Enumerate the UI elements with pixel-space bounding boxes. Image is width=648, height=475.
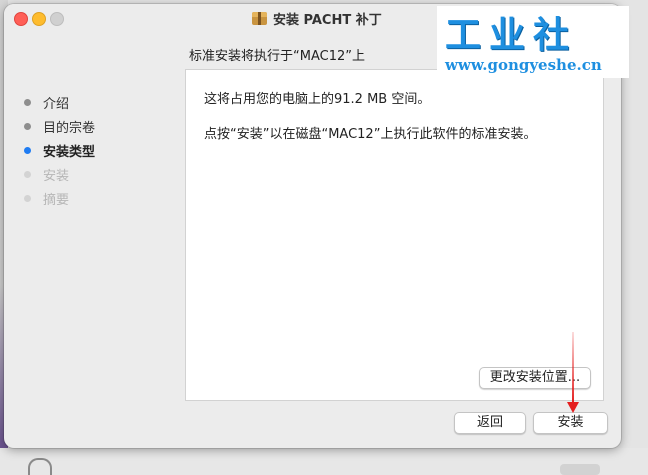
step-label: 安装类型 <box>43 144 96 160</box>
step-label: 摘要 <box>43 192 70 208</box>
window-title: 安装 PACHT 补丁 <box>252 9 382 28</box>
install-description-text: 点按“安装”以在磁盘“MAC12”上执行此软件的标准安装。 <box>204 127 537 142</box>
window-title-text: 安装 PACHT 补丁 <box>273 12 382 28</box>
step-dot-icon <box>24 122 31 130</box>
back-button[interactable]: 返回 <box>454 412 526 434</box>
zoom-button <box>50 12 64 26</box>
installer-steps: 介绍 目的宗卷 安装类型 安装 摘要 <box>24 90 95 210</box>
background-window-footer <box>0 448 648 475</box>
install-heading: 标准安装将执行于“MAC12”上 <box>189 49 365 64</box>
annotation-arrow-icon <box>567 402 579 413</box>
step-dot-icon <box>24 194 31 202</box>
content-panel: 这将占用您的电脑上的91.2 MB 空间。 点按“安装”以在磁盘“MAC12”上… <box>185 69 604 401</box>
step-label: 介绍 <box>43 96 70 112</box>
step-summary: 摘要 <box>24 186 95 210</box>
install-button[interactable]: 安装 <box>533 412 608 434</box>
step-destination: 目的宗卷 <box>24 114 95 138</box>
step-label: 安装 <box>43 168 70 184</box>
step-dot-icon <box>24 146 31 154</box>
step-dot-icon <box>24 98 31 106</box>
minimize-button[interactable] <box>32 12 46 26</box>
background-button <box>560 464 600 475</box>
package-icon <box>252 11 267 25</box>
step-install-type: 安装类型 <box>24 138 95 162</box>
step-introduction: 介绍 <box>24 90 95 114</box>
close-button[interactable] <box>14 12 28 26</box>
watermark-url: www.gongyeshe.cn <box>445 56 602 74</box>
watermark-logo: 工业社 www.gongyeshe.cn <box>437 6 629 78</box>
disk-space-text: 这将占用您的电脑上的91.2 MB 空间。 <box>204 92 431 107</box>
lock-icon <box>28 458 52 475</box>
step-installation: 安装 <box>24 162 95 186</box>
step-label: 目的宗卷 <box>43 120 96 136</box>
annotation-arrow-line <box>572 332 574 404</box>
step-dot-icon <box>24 170 31 178</box>
watermark-text: 工业社 <box>445 15 578 56</box>
change-install-location-button[interactable]: 更改安装位置... <box>479 367 591 389</box>
